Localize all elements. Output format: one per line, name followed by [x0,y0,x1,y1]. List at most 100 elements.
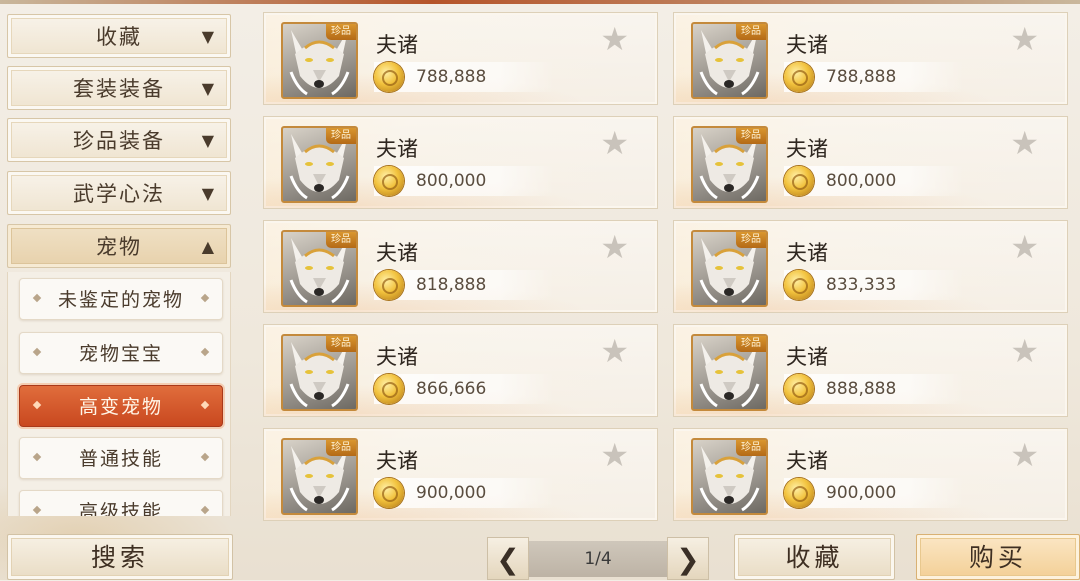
category-rare-equipment[interactable]: 珍品装备 ▼ [7,118,231,162]
subcategory-unidentified-pets[interactable]: 未鉴定的宠物 [19,278,223,320]
rare-badge: 珍品 [326,440,356,456]
item-name: 夫诸 [786,449,828,473]
gold-coin-icon [784,166,814,196]
item-name: 夫诸 [786,137,828,161]
pet-portrait: 珍品 [691,22,768,99]
subcategory-advanced-skills[interactable]: 高级技能 [19,490,223,516]
price-bar: 788,888 [374,62,554,92]
pet-portrait: 珍品 [691,438,768,515]
category-pets[interactable]: 宠物 ▲ [7,224,231,268]
item-price: 788,888 [416,67,487,87]
item-price: 800,000 [416,171,487,191]
item-price: 900,000 [416,483,487,503]
item-name: 夫诸 [786,241,828,265]
item-card[interactable]: 珍品 夫诸 900,000 ★ [673,428,1068,521]
price-bar: 818,888 [374,270,554,300]
gold-coin-icon [784,478,814,508]
rare-badge: 珍品 [326,128,356,144]
pet-portrait: 珍品 [281,126,358,203]
price-bar: 800,000 [784,166,964,196]
chevron-up-icon: ▲ [201,237,214,256]
star-icon[interactable]: ★ [1010,23,1039,55]
item-card[interactable]: 珍品 夫诸 788,888 ★ [263,12,658,105]
category-set-equipment[interactable]: 套装装备 ▼ [7,66,231,110]
subcategory-label: 高变宠物 [78,396,163,418]
subcategory-mutant-pets[interactable]: 高变宠物 [19,385,223,427]
star-icon[interactable]: ★ [600,231,629,263]
subcategory-pet-babies[interactable]: 宠物宝宝 [19,332,223,374]
category-label: 武学心法 [73,182,165,206]
chevron-down-icon: ▼ [201,27,214,46]
item-card[interactable]: 珍品 夫诸 800,000 ★ [263,116,658,209]
item-name: 夫诸 [786,33,828,57]
category-label: 珍品装备 [73,129,165,153]
item-price: 800,000 [826,171,897,191]
chevron-right-icon: ❯ [676,543,700,576]
item-name: 夫诸 [786,345,828,369]
item-price: 833,333 [826,275,897,295]
category-favorites[interactable]: 收藏 ▼ [7,14,231,58]
price-bar: 900,000 [784,478,964,508]
subcategory-label: 宠物宝宝 [78,343,163,365]
star-icon[interactable]: ★ [1010,439,1039,471]
rare-badge: 珍品 [736,232,766,248]
item-card[interactable]: 珍品 夫诸 900,000 ★ [263,428,658,521]
star-icon[interactable]: ★ [600,335,629,367]
star-icon[interactable]: ★ [600,127,629,159]
buy-button-label: 购买 [968,543,1027,572]
pet-portrait: 珍品 [281,22,358,99]
prev-page-button[interactable]: ❮ [487,537,529,580]
favorite-button-label: 收藏 [785,543,844,572]
price-bar: 866,666 [374,374,554,404]
star-icon[interactable]: ★ [600,23,629,55]
next-page-button[interactable]: ❯ [667,537,709,580]
item-card[interactable]: 珍品 夫诸 866,666 ★ [263,324,658,417]
item-name: 夫诸 [376,241,418,265]
subcategory-label: 未鉴定的宠物 [57,289,184,311]
item-card[interactable]: 珍品 夫诸 818,888 ★ [263,220,658,313]
price-bar: 833,333 [784,270,964,300]
rare-badge: 珍品 [326,24,356,40]
rare-badge: 珍品 [736,128,766,144]
price-bar: 800,000 [374,166,554,196]
rare-badge: 珍品 [736,24,766,40]
rare-badge: 珍品 [736,336,766,352]
item-name: 夫诸 [376,449,418,473]
star-icon[interactable]: ★ [600,439,629,471]
pet-portrait: 珍品 [281,438,358,515]
pet-portrait: 珍品 [281,334,358,411]
subcategory-label: 高级技能 [78,501,163,516]
category-martial-arts[interactable]: 武学心法 ▼ [7,171,231,215]
price-bar: 888,888 [784,374,964,404]
gold-coin-icon [784,270,814,300]
buy-button[interactable]: 购买 [916,534,1080,580]
rare-badge: 珍品 [326,336,356,352]
item-card[interactable]: 珍品 夫诸 800,000 ★ [673,116,1068,209]
item-card[interactable]: 珍品 夫诸 788,888 ★ [673,12,1068,105]
gold-coin-icon [784,374,814,404]
page-indicator-text: 1/4 [584,549,612,569]
favorite-button[interactable]: 收藏 [734,534,895,580]
star-icon[interactable]: ★ [1010,231,1039,263]
item-card[interactable]: 珍品 夫诸 833,333 ★ [673,220,1068,313]
pet-subcategory-panel: 未鉴定的宠物 宠物宝宝 高变宠物 普通技能 高级技能 [7,272,231,516]
star-icon[interactable]: ★ [1010,127,1039,159]
item-price: 818,888 [416,275,487,295]
subcategory-normal-skills[interactable]: 普通技能 [19,437,223,479]
gold-coin-icon [374,478,404,508]
item-name: 夫诸 [376,33,418,57]
item-price: 866,666 [416,379,487,399]
star-icon[interactable]: ★ [1010,335,1039,367]
chevron-left-icon: ❮ [496,543,520,576]
search-button-label: 搜索 [90,543,149,572]
top-border [0,0,1080,4]
rare-badge: 珍品 [326,232,356,248]
gold-coin-icon [784,62,814,92]
item-name: 夫诸 [376,137,418,161]
pet-portrait: 珍品 [281,230,358,307]
item-card[interactable]: 珍品 夫诸 888,888 ★ [673,324,1068,417]
category-label: 宠物 [96,235,142,259]
search-button[interactable]: 搜索 [7,534,233,580]
chevron-down-icon: ▼ [201,131,214,150]
pagination: ❮ 1/4 ❯ [487,537,709,580]
